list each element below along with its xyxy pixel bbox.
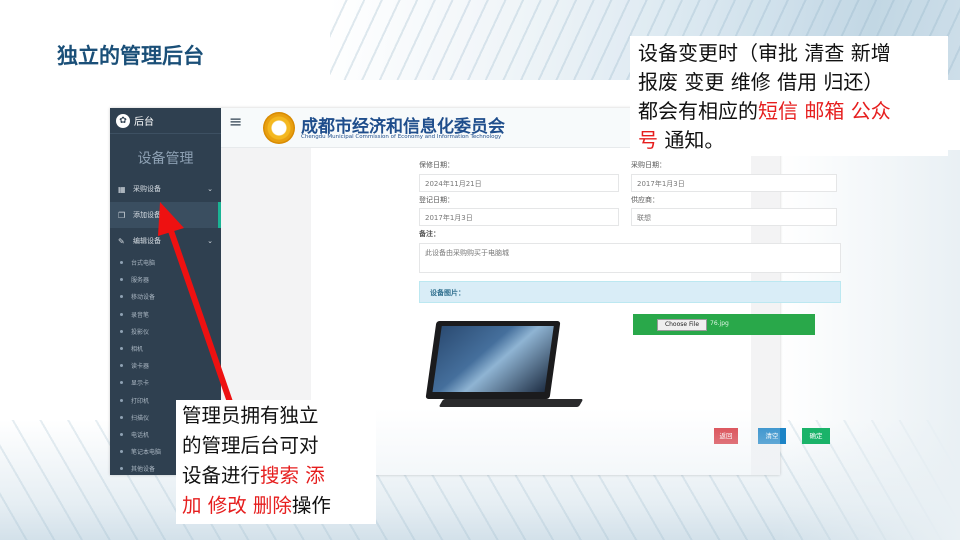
paw-logo-icon: ✿ xyxy=(116,113,130,128)
document-icon: ❐ xyxy=(118,210,126,220)
callout-line: 号 通知。 xyxy=(638,126,940,155)
supplier-label: 供应商： xyxy=(631,196,659,204)
chevron-down-icon: ⌄ xyxy=(207,185,213,193)
sidebar-subitem[interactable]: 显示卡 xyxy=(110,374,221,391)
register-date-input[interactable]: 2017年1月3日 xyxy=(419,208,619,226)
file-name: 76.jpg xyxy=(710,320,729,327)
choose-file-button[interactable]: Choose File xyxy=(657,319,707,331)
bullet-icon xyxy=(120,398,123,402)
sidebar-subitem-label: 其他设备 xyxy=(131,466,156,474)
callout-line: 设备变更时（审批 清查 新增 xyxy=(638,41,891,65)
tablet-screen xyxy=(425,321,561,399)
bullet-icon xyxy=(120,312,123,316)
purchase-date-input[interactable]: 2017年1月3日 xyxy=(631,174,837,192)
sidebar-subitem-label: 相机 xyxy=(131,346,144,354)
bullet-icon xyxy=(120,278,123,282)
register-label: 登记日期： xyxy=(419,196,454,204)
sidebar-subitem-label: 读卡器 xyxy=(131,363,150,371)
sidebar-subitem[interactable]: 投影仪 xyxy=(110,323,221,340)
sidebar-subitem-label: 笔记本电脑 xyxy=(131,449,162,457)
warranty-label: 保修日期： xyxy=(419,161,454,169)
sidebar-subitem-label: 打印机 xyxy=(131,397,150,405)
bullet-icon xyxy=(120,415,123,419)
admin-callout: 管理员拥有独立 的管理后台可对 设备进行搜索 添 加 修改 删除操作 xyxy=(176,400,376,524)
callout-line: 加 修改 删除操作 xyxy=(182,491,370,521)
callout-line: 的管理后台可对 xyxy=(182,434,319,457)
chevron-down-icon: ⌄ xyxy=(207,237,213,245)
sidebar-item-purchase[interactable]: ▦ 采购设备 ⌄ xyxy=(110,176,221,202)
bullet-icon xyxy=(120,261,123,265)
callout-text: 都会有相应的 xyxy=(638,99,758,123)
slide-title: 独立的管理后台 xyxy=(57,44,204,68)
callout-highlight: 搜索 添 xyxy=(260,464,325,487)
image-panel-header: 设备图片： xyxy=(419,281,841,303)
sidebar-subitem-label: 服务器 xyxy=(131,277,150,285)
callout-highlight: 短信 邮箱 公众 xyxy=(758,99,891,123)
callout-line: 报废 变更 维修 借用 归还） xyxy=(638,70,884,94)
bullet-icon xyxy=(120,364,123,368)
edit-icon: ✎ xyxy=(118,236,125,246)
sidebar-item-label: 添加设备 xyxy=(133,211,161,219)
callout-text: 设备进行 xyxy=(182,464,261,487)
sidebar-subitem[interactable]: 台式电脑 xyxy=(110,254,221,271)
sidebar-subitem[interactable]: 相机 xyxy=(110,340,221,357)
bullet-icon xyxy=(120,295,123,299)
supplier-input[interactable]: 联想 xyxy=(631,208,837,226)
grid-icon: ▦ xyxy=(118,184,126,194)
callout-highlight: 号 xyxy=(638,128,658,152)
sidebar-subitem-label: 移动设备 xyxy=(131,294,156,302)
callout-text: 通知。 xyxy=(658,128,725,152)
sidebar-subitem[interactable]: 移动设备 xyxy=(110,288,221,305)
menu-icon[interactable]: ≡ xyxy=(229,112,242,131)
sidebar-item-label: 采购设备 xyxy=(133,185,161,193)
bullet-icon xyxy=(120,329,123,333)
sidebar-subitem-label: 显示卡 xyxy=(131,380,150,388)
sidebar-item-label: 编辑设备 xyxy=(133,237,161,245)
callout-highlight: 加 修改 删除 xyxy=(182,494,292,517)
remark-textarea[interactable]: 此设备由采购购买于电脑城 xyxy=(419,243,841,273)
sidebar-subitem-label: 扫描仪 xyxy=(131,414,150,422)
bullet-icon xyxy=(120,381,123,385)
notification-callout: 设备变更时（审批 清查 新增 报废 变更 维修 借用 归还） 都会有相应的短信 … xyxy=(630,36,948,156)
org-name-english: Chengdu Municipal Commission of Economy … xyxy=(301,134,502,140)
sidebar-subitem-label: 投影仪 xyxy=(131,328,150,336)
sidebar-header[interactable]: ✿ 后台 xyxy=(110,108,221,134)
sidebar-item-edit-device[interactable]: ✎ 编辑设备 ⌄ xyxy=(110,228,221,254)
bullet-icon xyxy=(120,467,123,471)
callout-line: 都会有相应的短信 邮箱 公众 xyxy=(638,97,940,126)
sidebar-subitem[interactable]: 录音笔 xyxy=(110,306,221,323)
sidebar-subitem[interactable]: 读卡器 xyxy=(110,357,221,374)
bullet-icon xyxy=(120,450,123,454)
confirm-button[interactable]: 确定 xyxy=(802,428,830,444)
file-upload-zone: Choose File 76.jpg xyxy=(633,314,815,335)
tablet-display xyxy=(432,326,554,392)
warranty-date-input[interactable]: 2024年11月21日 xyxy=(419,174,619,192)
bullet-icon xyxy=(120,432,123,436)
remark-label: 备注： xyxy=(419,230,440,238)
sidebar-header-label: 后台 xyxy=(134,117,154,128)
sidebar-subitem-label: 台式电脑 xyxy=(131,260,156,268)
callout-line: 管理员拥有独立 xyxy=(182,404,319,427)
bullet-icon xyxy=(120,347,123,351)
sidebar-section-title: 设备管理 xyxy=(137,151,194,167)
sidebar-subitem-label: 电话机 xyxy=(131,431,150,439)
tablet-keyboard xyxy=(438,399,584,407)
org-logo xyxy=(263,112,295,144)
purchase-label: 采购日期： xyxy=(631,161,666,169)
callout-line: 设备进行搜索 添 xyxy=(182,461,370,491)
callout-text: 操作 xyxy=(291,494,331,517)
sidebar-subitem-label: 录音笔 xyxy=(131,311,150,319)
device-photo xyxy=(419,315,587,411)
sidebar-item-add-device[interactable]: ❐ 添加设备 xyxy=(110,202,221,228)
sidebar-subitem[interactable]: 服务器 xyxy=(110,271,221,288)
